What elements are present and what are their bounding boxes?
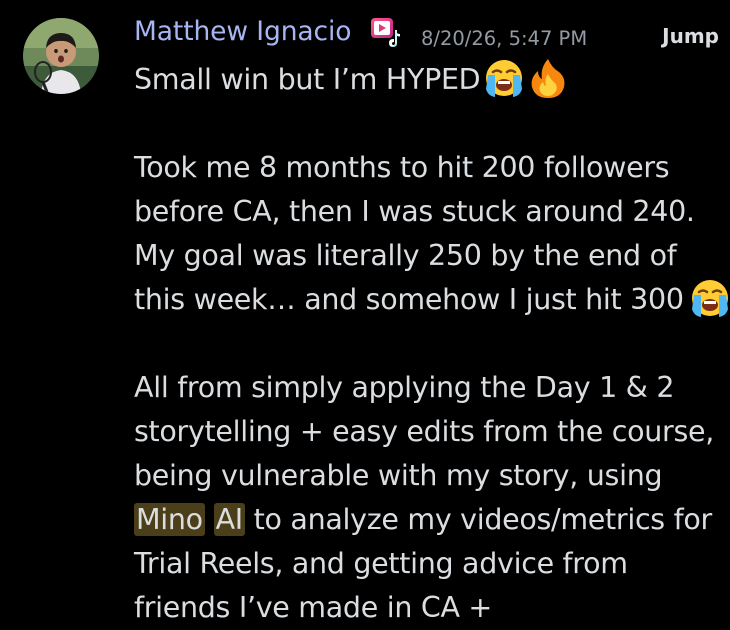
message-header: Matthew Ignacio 8/20/26, 5:47 PM Jump [134,14,724,58]
message-text: to analyze my videos/metrics for [244,503,713,536]
message-line: this week… and somehow I just hit 300 [134,278,729,322]
message-line: friends I’ve made in CA + [134,591,492,624]
author-avatar[interactable] [23,18,99,94]
message-line: Trial Reels, and getting advice from [134,547,628,580]
chat-message: Matthew Ignacio 8/20/26, 5:47 PM Jump Sm… [0,0,730,628]
message-line: before CA, then I was stuck around 240. [134,195,695,228]
message-content: Small win but I’m HYPED Took me 8 months… [134,58,729,630]
author-name[interactable]: Matthew Ignacio [134,16,352,47]
highlighted-link-ai[interactable]: AI [213,503,245,536]
highlighted-link-mino[interactable]: Mino [134,503,205,536]
message-timestamp[interactable]: 8/20/26, 5:47 PM [421,27,587,50]
message-line: My goal was literally 250 by the end of [134,239,677,272]
message-text: Small win but I’m HYPED [134,63,481,96]
jump-button[interactable]: Jump [662,24,719,48]
loudly-crying-face-icon [688,276,730,320]
message-text: this week… and somehow I just hit 300 [134,283,684,316]
message-line: All from simply applying the Day 1 & 2 [134,371,675,404]
tiktok-creator-badge-icon [369,16,407,50]
message-line: Mino AI to analyze my videos/metrics for [134,498,724,542]
message-line: Took me 8 months to hit 200 followers [134,151,670,184]
message-line: being vulnerable with my story, using [134,459,663,492]
message-line: Small win but I’m HYPED [134,58,724,102]
message-line: storytelling + easy edits from the cours… [134,415,715,448]
loudly-crying-face-icon [482,56,526,100]
fire-icon [526,56,570,100]
